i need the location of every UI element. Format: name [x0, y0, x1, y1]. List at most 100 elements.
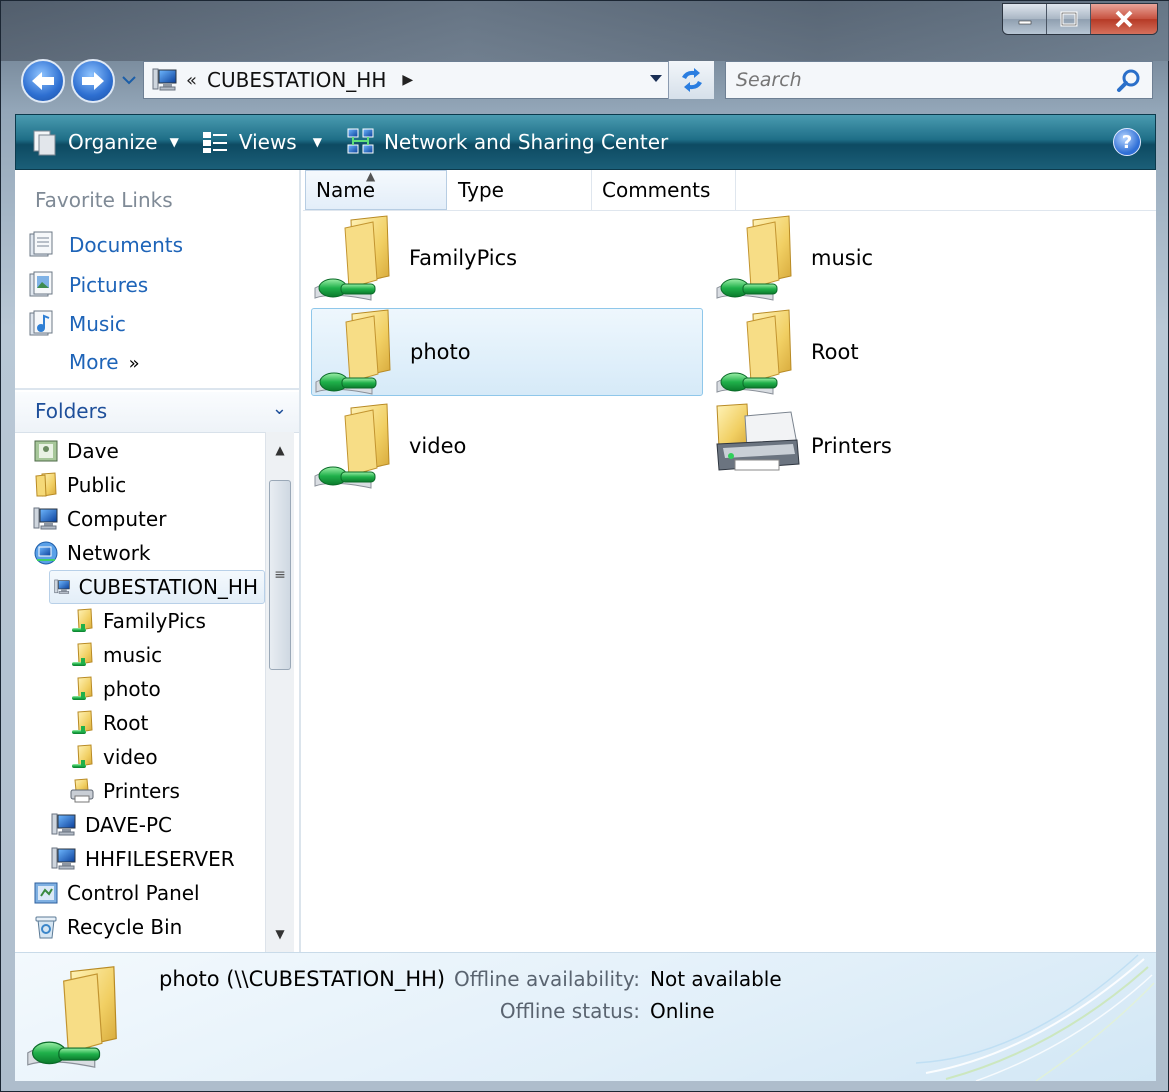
tree-label: CUBESTATION_HH [78, 575, 258, 599]
item-video[interactable]: video [311, 402, 703, 490]
organize-icon [33, 130, 56, 156]
tree-node-network[interactable]: Network [33, 536, 151, 570]
column-type[interactable]: Type [448, 170, 592, 210]
back-button[interactable] [21, 59, 65, 103]
scroll-thumb[interactable]: ≡ [269, 480, 291, 670]
pane-divider [15, 388, 299, 390]
organize-button[interactable]: Organize ▼ [20, 115, 189, 169]
close-button[interactable] [1091, 4, 1157, 34]
tree-label: music [103, 643, 163, 667]
tree-node-dave-pc[interactable]: DAVE-PC [51, 808, 172, 842]
decorative-swoosh [916, 954, 1155, 1081]
item-printers[interactable]: Printers [713, 402, 1105, 490]
views-dropdown-button[interactable]: ▼ [307, 115, 336, 169]
minimize-icon [1018, 20, 1031, 25]
minimize-button[interactable] [1003, 4, 1047, 34]
breadcrumb-arrow-icon[interactable]: ▶ [402, 72, 413, 88]
explorer-window: « CUBESTATION_HH ▶ Organize ▼ Views ▼ Ne… [0, 0, 1169, 1092]
item-familypics[interactable]: FamilyPics [311, 214, 703, 302]
tree-node-public[interactable]: Public [33, 468, 126, 502]
offline-availability-label: Offline availability: [453, 967, 640, 991]
address-dropdown-icon[interactable] [649, 74, 663, 84]
search-input[interactable] [726, 62, 1108, 98]
pictures-icon [29, 271, 53, 297]
item-music[interactable]: music [713, 214, 1105, 302]
tree-label: HHFILESERVER [85, 847, 235, 871]
tree-node-printers[interactable]: Printers [69, 774, 180, 808]
collapse-chevron-icon[interactable]: ⌄ [272, 398, 287, 419]
item-label: music [811, 246, 874, 270]
item-label: FamilyPics [409, 246, 518, 270]
computer-icon [33, 506, 59, 532]
maximize-button[interactable] [1047, 4, 1091, 34]
tree-label: DAVE-PC [85, 813, 173, 837]
tree-node-music[interactable]: music [69, 638, 162, 672]
folder-tree: Dave Public Computer Network CUBESTATION… [15, 432, 265, 952]
views-icon [202, 132, 227, 153]
folders-header[interactable]: Folders ⌄ [15, 392, 299, 433]
tree-label: Root [103, 711, 149, 735]
tree-node-hhfileserver[interactable]: HHFILESERVER [51, 842, 235, 876]
tree-node-video[interactable]: video [69, 740, 158, 774]
computer-icon [51, 846, 77, 872]
column-headers: Name ▲ Type Comments [303, 169, 1156, 211]
tree-node-recycle-bin[interactable]: Recycle Bin [33, 910, 182, 944]
computer-icon [54, 574, 71, 600]
favorite-label: Music [69, 312, 126, 336]
tree-node-dave[interactable]: Dave [33, 434, 119, 468]
organize-caret-icon: ▼ [169, 135, 179, 149]
tree-node-computer[interactable]: Computer [33, 502, 166, 536]
network-icon [34, 541, 58, 565]
search-icon[interactable] [1116, 68, 1142, 94]
item-root[interactable]: Root [713, 308, 1105, 396]
documents-icon [29, 231, 53, 257]
caption-buttons [1002, 3, 1158, 35]
offline-availability-value: Not available [650, 967, 782, 991]
refresh-icon [681, 68, 702, 92]
item-label: Root [811, 340, 859, 364]
tree-label: FamilyPics [103, 609, 206, 633]
favorite-documents[interactable]: Documents [27, 228, 183, 262]
computer-icon [51, 812, 77, 838]
tree-node-control-panel[interactable]: Control Panel [33, 876, 200, 910]
navigation-pane: Favorite Links Documents Pictures Music … [15, 170, 301, 952]
column-name[interactable]: Name ▲ [305, 169, 447, 210]
share-icon [69, 744, 95, 770]
address-bar[interactable]: « CUBESTATION_HH ▶ [143, 61, 714, 99]
tree-node-familypics[interactable]: FamilyPics [69, 604, 206, 638]
breadcrumb-overflow[interactable]: « [186, 70, 197, 91]
user-folder-icon [34, 440, 58, 462]
favorite-pictures[interactable]: Pictures [27, 268, 148, 302]
shared-folder-icon [713, 308, 805, 396]
scroll-up-arrow-icon[interactable]: ▲ [266, 436, 294, 464]
scroll-down-arrow-icon[interactable]: ▼ [266, 920, 294, 948]
column-comments[interactable]: Comments [592, 170, 736, 210]
tree-node-root[interactable]: Root [69, 706, 148, 740]
item-label: photo [410, 340, 471, 364]
breadcrumb-cubestation[interactable]: CUBESTATION_HH [207, 68, 386, 92]
favorite-links-title: Favorite Links [35, 188, 173, 212]
shared-folder-icon [312, 308, 404, 396]
item-photo[interactable]: photo [311, 308, 703, 396]
network-sharing-center-button[interactable]: Network and Sharing Center [336, 115, 678, 169]
share-icon [69, 608, 95, 634]
computer-icon [152, 67, 178, 93]
maximize-icon [1060, 11, 1077, 27]
details-item-name: photo (\\CUBESTATION_HH) [159, 967, 446, 991]
search-box [725, 61, 1153, 99]
tree-node-photo[interactable]: photo [69, 672, 161, 706]
recent-pages-chevron-icon[interactable] [122, 75, 136, 85]
more-chevron-icon: » [128, 353, 140, 374]
refresh-button[interactable] [668, 61, 714, 99]
views-button[interactable]: Views [191, 115, 307, 169]
forward-button[interactable] [71, 59, 115, 103]
printers-icon [70, 778, 94, 803]
more-link[interactable]: More » [69, 350, 140, 374]
tree-scrollbar[interactable]: ▲ ≡ ▼ [265, 432, 294, 952]
tree-label: Network [67, 541, 151, 565]
favorite-label: Documents [69, 233, 184, 257]
tree-node-cubestation[interactable]: CUBESTATION_HH [49, 570, 265, 604]
favorite-music[interactable]: Music [27, 307, 126, 341]
client-area: Favorite Links Documents Pictures Music … [15, 169, 1156, 952]
help-button[interactable]: ? [1113, 128, 1141, 156]
